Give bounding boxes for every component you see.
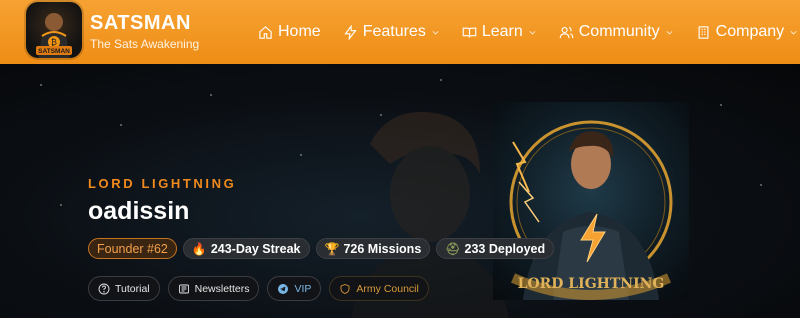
profile-actions: Tutorial Newsletters VIP Army Council bbox=[88, 276, 429, 301]
nav-company[interactable]: Company bbox=[696, 23, 798, 41]
telegram-icon bbox=[278, 283, 289, 294]
nav-company-label: Company bbox=[715, 23, 785, 40]
founder-badge: Founder #62 bbox=[88, 238, 177, 259]
main-nav: Home Features Learn Community Company bbox=[258, 0, 798, 64]
question-circle-icon bbox=[98, 283, 110, 294]
streak-badge-label: 243-Day Streak bbox=[210, 241, 301, 256]
deployed-badge-label: 233 Deployed bbox=[464, 241, 546, 256]
vip-button[interactable]: VIP bbox=[267, 276, 322, 301]
nav-features[interactable]: Features bbox=[343, 23, 440, 41]
home-icon bbox=[259, 25, 272, 39]
newspaper-icon bbox=[178, 284, 189, 293]
deployed-badge: ⛑ 233 Deployed bbox=[436, 238, 555, 259]
profile-badges: Founder #62 🔥 243-Day Streak 🏆 726 Missi… bbox=[88, 238, 555, 259]
brand-title[interactable]: SATSMAN bbox=[90, 12, 191, 35]
book-icon bbox=[462, 27, 477, 38]
profile-title: LORD LIGHTNING bbox=[88, 176, 237, 191]
profile-username: oadissin bbox=[88, 197, 190, 225]
army-council-button-label: Army Council bbox=[356, 282, 419, 295]
page: ₿ SATSMAN SATSMAN The Sats Awakening Hom… bbox=[0, 0, 800, 318]
nav-learn[interactable]: Learn bbox=[462, 23, 537, 41]
shield-icon bbox=[340, 283, 350, 294]
nav-learn-label: Learn bbox=[481, 23, 523, 40]
satsman-logo[interactable]: ₿ SATSMAN bbox=[26, 2, 82, 58]
building-icon bbox=[698, 25, 709, 39]
users-icon bbox=[559, 26, 574, 38]
nav-community-label: Community bbox=[578, 23, 660, 40]
chevron-down-icon bbox=[529, 30, 536, 34]
helmet-icon: ⛑ bbox=[445, 241, 461, 256]
vip-button-label: VIP bbox=[294, 282, 312, 295]
nav-home[interactable]: Home bbox=[258, 23, 321, 41]
newsletters-button-label: Newsletters bbox=[194, 282, 250, 295]
chevron-down-icon bbox=[666, 30, 673, 34]
svg-text:₿: ₿ bbox=[51, 38, 57, 47]
tutorial-button[interactable]: Tutorial bbox=[88, 276, 160, 301]
chevron-down-icon bbox=[790, 30, 797, 34]
fire-icon: 🔥 bbox=[191, 241, 207, 256]
tutorial-button-label: Tutorial bbox=[115, 282, 150, 295]
streak-badge: 🔥 243-Day Streak bbox=[182, 238, 310, 259]
chevron-down-icon bbox=[432, 30, 439, 34]
top-navbar: ₿ SATSMAN SATSMAN The Sats Awakening Hom… bbox=[0, 0, 800, 64]
missions-badge-label: 726 Missions bbox=[343, 241, 422, 256]
svg-text:LORD LIGHTNING: LORD LIGHTNING bbox=[518, 276, 665, 292]
army-council-button[interactable]: Army Council bbox=[329, 276, 429, 301]
bolt-icon bbox=[344, 24, 357, 40]
svg-text:SATSMAN: SATSMAN bbox=[38, 48, 70, 55]
nav-features-label: Features bbox=[362, 23, 426, 40]
newsletters-button[interactable]: Newsletters bbox=[167, 276, 260, 301]
brand-subtitle: The Sats Awakening bbox=[90, 37, 200, 51]
founder-badge-label: Founder #62 bbox=[97, 241, 168, 256]
missions-badge: 🏆 726 Missions bbox=[315, 238, 431, 259]
nav-home-label: Home bbox=[278, 23, 321, 40]
profile-portrait: LORD LIGHTNING bbox=[493, 102, 689, 300]
nav-community[interactable]: Community bbox=[559, 23, 674, 41]
trophy-icon: 🏆 bbox=[324, 241, 340, 256]
